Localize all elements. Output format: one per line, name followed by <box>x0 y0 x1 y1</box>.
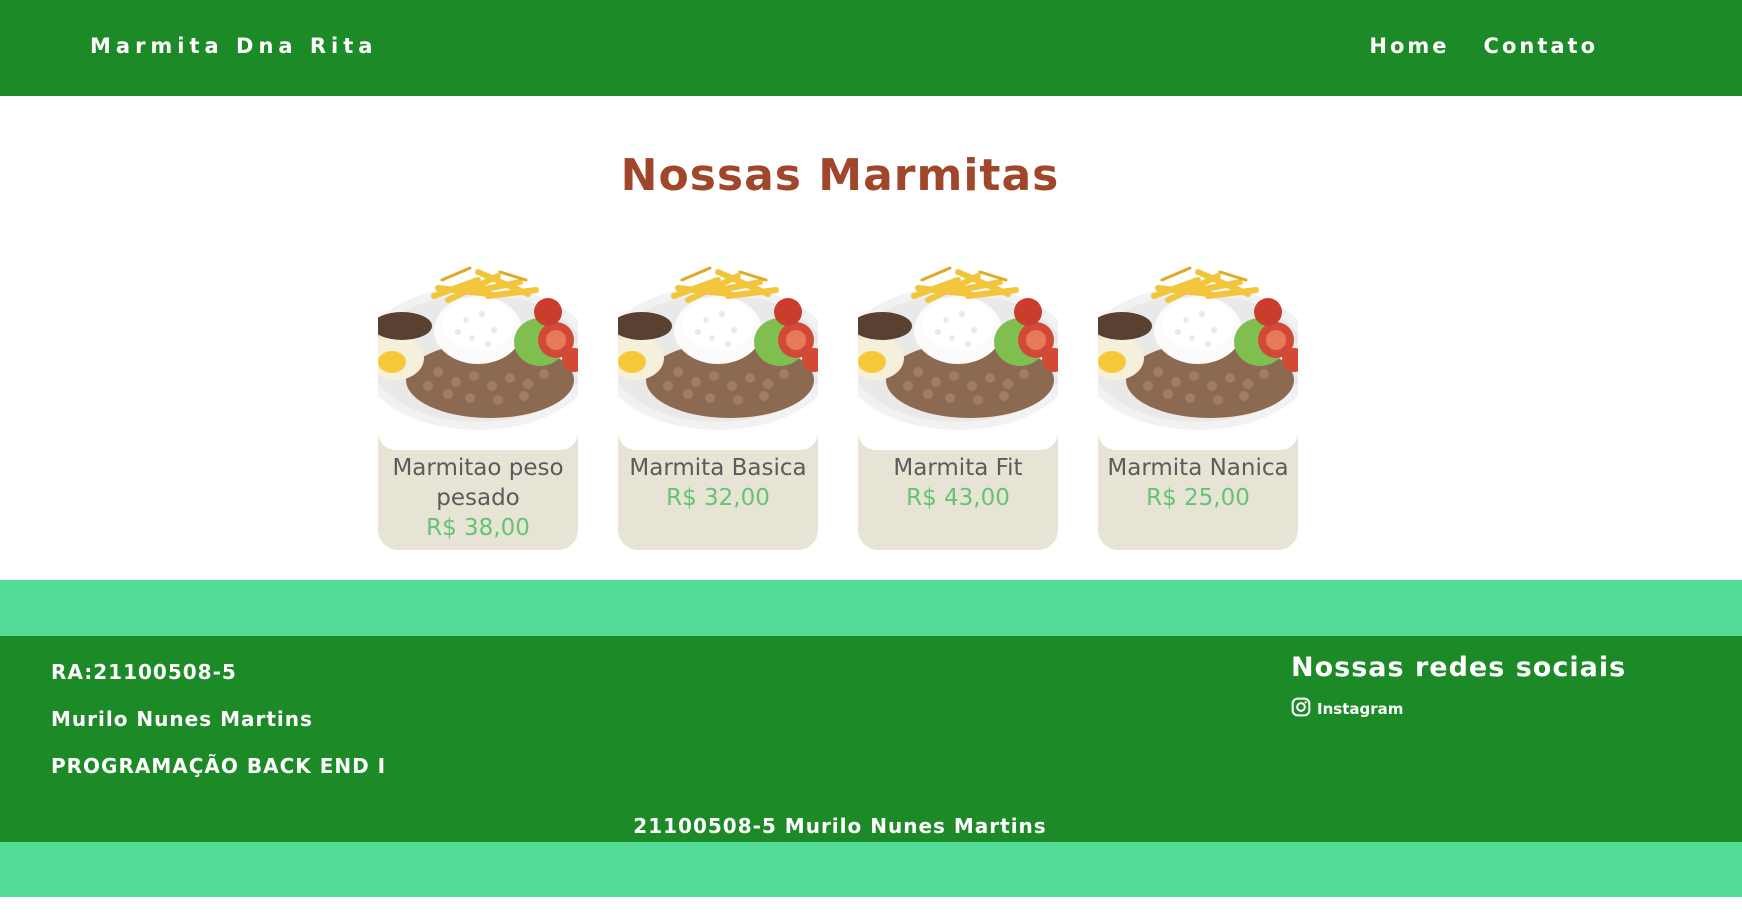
copyright-text: 21100508-5 Murilo Nunes Martins <box>633 814 1047 838</box>
student-ra: RA:21100508-5 <box>51 660 237 684</box>
marmita-dish-image <box>858 250 1058 450</box>
product-name: Marmita Fit <box>893 455 1023 481</box>
social-title: Nossas redes sociais <box>1291 652 1627 683</box>
product-card[interactable]: Marmita Basica R$ 32,00 <box>618 250 818 550</box>
marmita-dish-image <box>378 250 578 450</box>
product-card[interactable]: Marmitao peso pesado R$ 38,00 <box>378 250 578 550</box>
instagram-icon <box>1291 697 1311 721</box>
brand-link[interactable]: Marmita Dna Rita <box>90 34 377 58</box>
product-list: Marmitao peso pesado R$ 38,00 Marmita Ba… <box>378 250 1298 550</box>
nav-links: Home Contato <box>1369 34 1598 58</box>
product-card[interactable]: Marmita Nanica R$ 25,00 <box>1098 250 1298 550</box>
social-section: Nossas redes sociais Instagram <box>1291 652 1626 721</box>
footer-info: RA:21100508-5 Murilo Nunes Martins PROGR… <box>51 660 386 801</box>
nav-link-contato[interactable]: Contato <box>1484 34 1598 58</box>
product-price: R$ 32,00 <box>666 485 770 511</box>
footer-bottom-band <box>0 842 1742 897</box>
page-title: Nossas Marmitas <box>620 150 1060 201</box>
marmita-dish-image <box>1098 250 1298 450</box>
product-name: Marmita Basica <box>629 455 807 481</box>
product-name: Marmitao peso pesado <box>392 455 564 511</box>
product-price: R$ 25,00 <box>1146 485 1250 511</box>
marmita-dish-image <box>618 250 818 450</box>
student-name: Murilo Nunes Martins <box>51 707 313 731</box>
product-price: R$ 43,00 <box>906 485 1010 511</box>
instagram-label: Instagram <box>1317 700 1404 718</box>
nav-link-home[interactable]: Home <box>1369 34 1449 58</box>
course-name: PROGRAMAÇÃO BACK END I <box>51 754 387 778</box>
footer-top-band <box>0 580 1742 636</box>
product-price: R$ 38,00 <box>426 515 530 541</box>
footer: RA:21100508-5 Murilo Nunes Martins PROGR… <box>0 636 1742 842</box>
navbar: Marmita Dna Rita Home Contato <box>0 0 1742 96</box>
product-card[interactable]: Marmita Fit R$ 43,00 <box>858 250 1058 550</box>
product-name: Marmita Nanica <box>1107 455 1289 481</box>
instagram-link[interactable]: Instagram <box>1291 697 1626 721</box>
